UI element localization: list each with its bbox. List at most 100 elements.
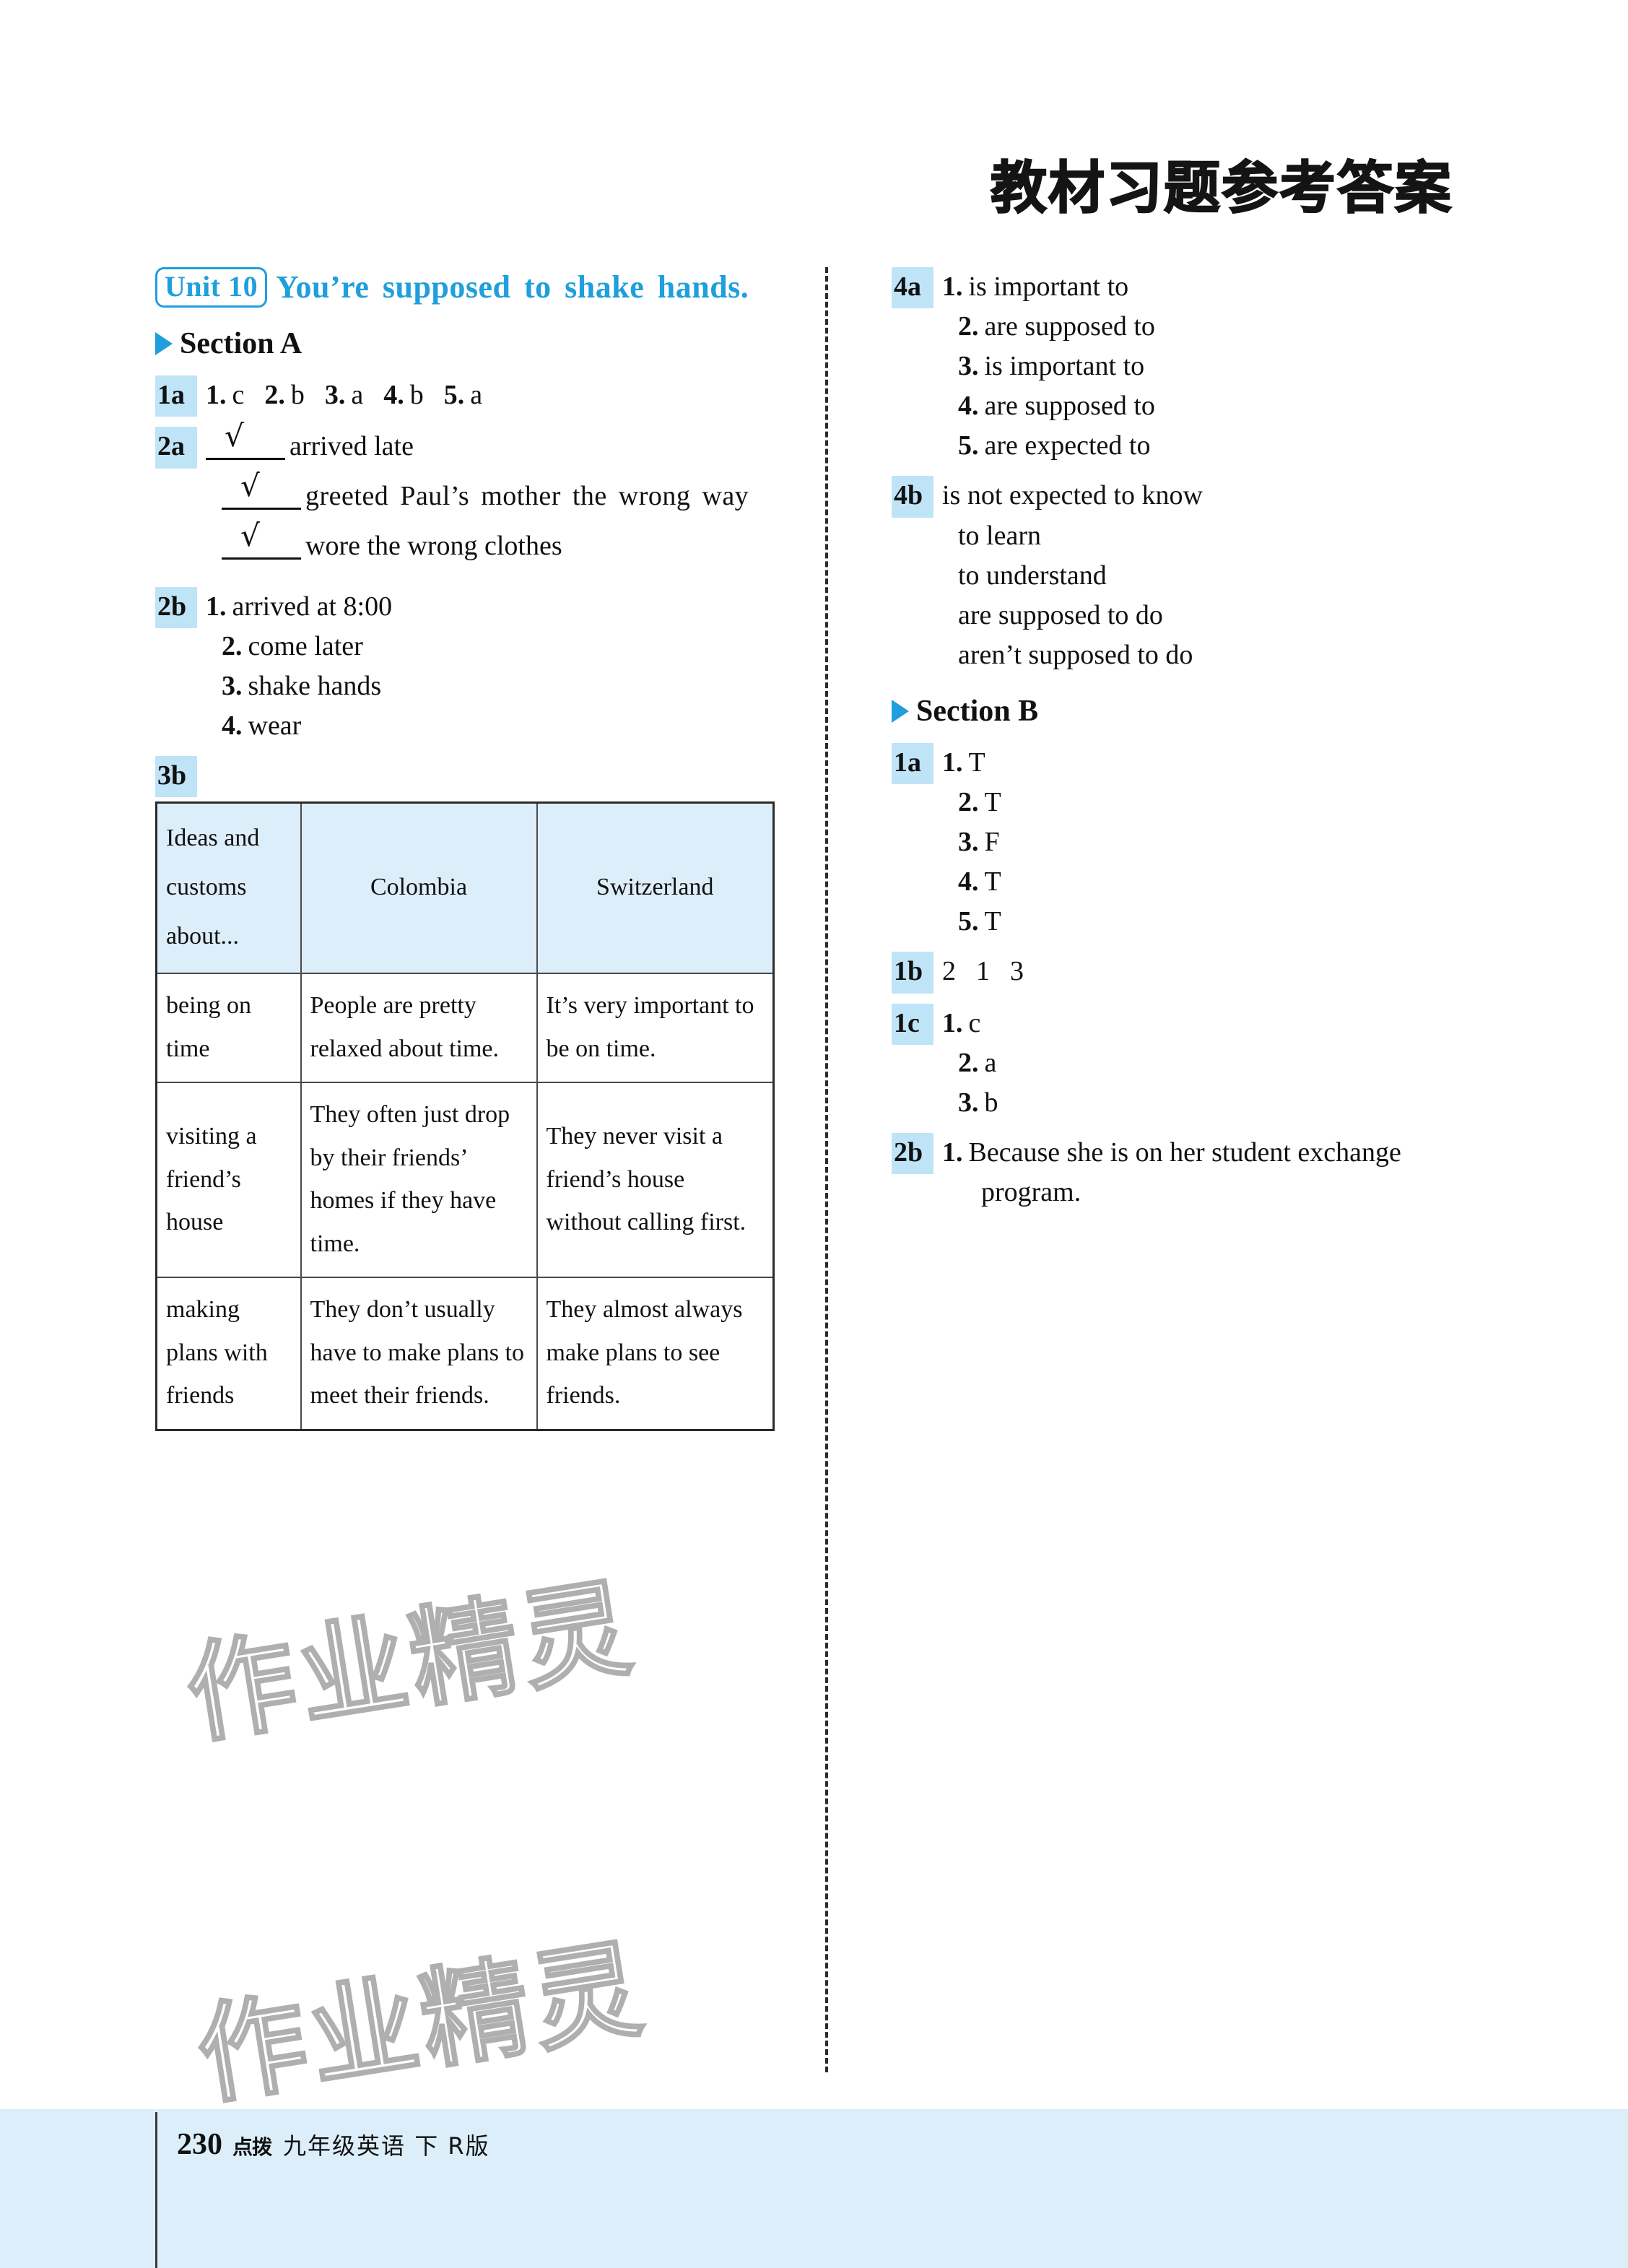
item-number: 1. [942,1007,963,1038]
unit-title: You’re supposed to shake hands. [276,269,749,305]
list-item: 1. c [206,375,244,415]
list-item: 5. a [444,375,482,415]
item-number: 5. [443,380,465,410]
item-answer: shake hands [248,670,382,701]
item-number: 2. [958,787,979,818]
list-item: 5. are expected to [958,426,1498,466]
item-number: 3. [958,827,979,858]
answer-blank: √ [222,471,301,510]
exercise-tag: 1a [155,375,197,417]
cell-topic: visiting a friend’s house [155,1082,302,1279]
item-number: 4. [958,391,979,422]
answer-block-b-1b: 1b 2 1 3 [892,952,1498,994]
answer-block-a-3b: 3b [155,755,776,798]
left-column: Unit 10 You’re supposed to shake hands. S… [155,267,805,2087]
check-item: √ arrived late [206,421,776,466]
list-item: 1. c [942,1004,1498,1043]
item-number: 2. [264,380,285,410]
section-heading-b: Section B [892,694,1498,729]
item-number: 5. [958,906,979,937]
cell-switzerland: They almost always make plans to see fri… [536,1277,775,1431]
list-item: 2. T [958,783,1498,822]
list-item: 3. b [958,1083,1498,1123]
list-item: 2. are supposed to [958,307,1498,347]
list-item: 2. b [264,375,305,415]
cell-colombia: They don’t usually have to make plans to… [300,1277,538,1431]
customs-table: Ideas and customs about... Colombia Swit… [155,801,775,1431]
table-body: being on time People are pretty relaxed … [155,973,775,1431]
list-item: 3. is important to [958,347,1498,386]
column-header-colombia: Colombia [300,801,538,975]
item-number: 5. [958,430,979,461]
check-item: √ greeted Paul’s mother the wrong way [222,471,776,516]
exercise-tag: 2b [155,586,197,628]
answer-block-a-1a: 1a 1. c 2. b 3. a 4. b 5. a [155,375,776,417]
column-header-switzerland: Switzerland [536,801,775,975]
triangle-bullet-icon [155,332,173,355]
answer-block-a-2a: 2a √ arrived late √ greeted Paul’s mothe… [155,421,776,576]
item-answer: a [470,380,483,410]
list-item: 2 [942,956,956,987]
section-heading-a: Section A [155,326,776,361]
customs-table-wrapper: Ideas and customs about... Colombia Swit… [155,801,776,1431]
list-item: 1. is important to [942,267,1498,307]
section-a-label: Section A [180,327,302,360]
footer: 230 点拨 九年级英语 下 R版 [177,2127,490,2162]
cell-topic: making plans with friends [155,1277,302,1431]
list-item: 4. b [383,375,424,415]
check-item-label: wore the wrong clothes [305,531,562,562]
item-number: 3. [958,1087,979,1118]
book-meta: 九年级英语 下 R版 [283,2132,490,2160]
list-item: 5. T [958,902,1498,942]
exercise-tag: 1b [892,952,933,994]
cell-switzerland: It’s very important to be on time. [536,973,775,1084]
exercise-tag: 2a [155,427,197,469]
item-answer: b [409,380,424,410]
item-answer: come later [248,630,363,661]
answer-blank: √ [222,521,301,560]
item-number: 4. [222,710,243,741]
item-number: 2. [958,1047,979,1078]
check-mark-icon: √ [240,518,260,554]
answer-list: 1. c 2. a 3. b [942,1004,1498,1123]
answer-blank: √ [206,421,285,461]
list-item: 1 [976,956,990,987]
page-title: 教材习题参考答案 [990,155,1453,222]
item-answer: is important to [984,351,1145,382]
item-number: 4. [383,380,404,410]
list-item: is not expected to know [942,480,1203,511]
answer-block-a-2b: 2b 1. arrived at 8:00 2. come later 3. shak… [155,586,776,746]
answer-block-b-1a: 1a 1. T 2. T 3. F 4. T 5. T [892,742,1498,942]
item-answer: are expected to [984,430,1151,461]
item-answer: a [351,380,364,410]
unit-badge: Unit 10 [155,267,268,308]
item-answer: T [984,787,1001,818]
item-number: 1. [206,380,227,410]
list-item: 4. are supposed to [958,386,1498,426]
list-item: 1. arrived at 8:00 [206,587,776,627]
page-number: 230 [177,2128,222,2161]
section-b-label: Section B [916,694,1039,728]
answer-block-b-1c: 1c 1. c 2. a 3. b [892,1003,1498,1123]
cell-topic: being on time [155,973,302,1084]
list-item: 3 [1010,956,1024,987]
list-item: 3. shake hands [222,666,776,706]
item-answer: T [984,866,1001,898]
table-row: visiting a friend’s house They often jus… [155,1082,775,1279]
item-number: 3. [324,380,346,410]
check-item-label: greeted Paul’s mother the wrong way [305,481,749,512]
right-column: 4a 1. is important to 2. are supposed to 3… [848,267,1498,2087]
answer-block-a-4a: 4a 1. is important to 2. are supposed to 3… [892,267,1498,466]
item-number: 1. [942,271,963,302]
cell-colombia: They often just drop by their friends’ h… [300,1082,538,1279]
cell-colombia: People are pretty relaxed about time. [300,973,538,1084]
table-header-row: Ideas and customs about... Colombia Swit… [155,801,775,975]
table-head: Ideas and customs about... Colombia Swit… [155,801,775,975]
item-number: 1. [206,591,227,622]
triangle-bullet-icon [892,699,909,723]
item-answer: b [290,380,305,410]
brand-logo: 点拨 [232,2135,272,2159]
list-item: 1. T [942,743,1498,783]
answer-block-a-4b: 4b is not expected to know to learn to u… [892,476,1498,674]
table-row: making plans with friends They don’t usu… [155,1277,775,1431]
